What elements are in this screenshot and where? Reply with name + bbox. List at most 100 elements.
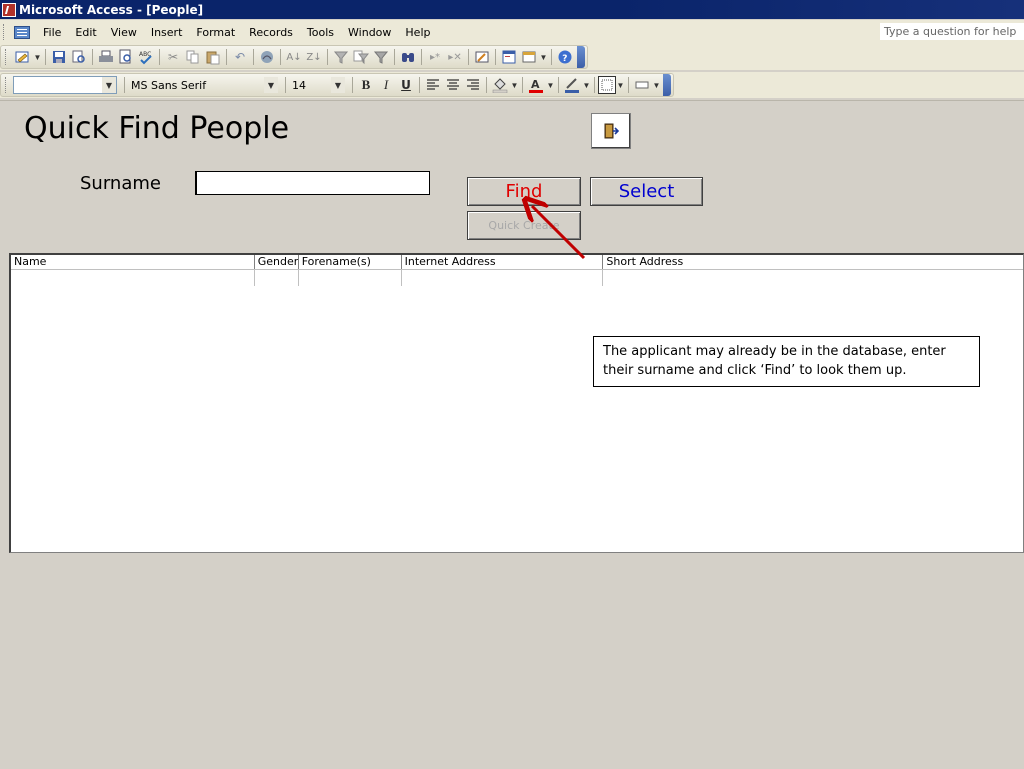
chevron-down-icon[interactable]: ▼ bbox=[264, 77, 278, 93]
find-button[interactable]: Find bbox=[467, 177, 581, 206]
formatting-toolbar-panel: ▼ MS Sans Serif ▼ 14 ▼ B I U ▼ A ▼ ▼ ▼ ▼ bbox=[0, 73, 674, 97]
delete-record-icon[interactable]: ▸✕ bbox=[445, 47, 465, 67]
menu-records[interactable]: Records bbox=[242, 26, 300, 39]
find-binoculars-icon[interactable] bbox=[398, 47, 418, 67]
formatting-toolbar: ▼ MS Sans Serif ▼ 14 ▼ B I U ▼ A ▼ ▼ ▼ ▼ bbox=[0, 72, 1024, 98]
exit-button[interactable] bbox=[591, 113, 631, 149]
column-header-internet-address[interactable]: Internet Address bbox=[402, 255, 604, 269]
menu-edit[interactable]: Edit bbox=[68, 26, 103, 39]
form-view-icon[interactable] bbox=[14, 25, 30, 39]
font-color-dropdown-icon[interactable]: ▼ bbox=[546, 81, 555, 90]
align-center-icon[interactable] bbox=[443, 75, 463, 95]
svg-text:A: A bbox=[531, 78, 540, 91]
undo-icon[interactable]: ↶ bbox=[230, 47, 250, 67]
cut-icon[interactable]: ✂ bbox=[163, 47, 183, 67]
font-color-icon[interactable]: A bbox=[526, 75, 546, 95]
fill-color-dropdown-icon[interactable]: ▼ bbox=[510, 81, 519, 90]
line-color-dropdown-icon[interactable]: ▼ bbox=[582, 81, 591, 90]
select-button[interactable]: Select bbox=[590, 177, 703, 206]
list-header: Name Gender Forename(s) Internet Address… bbox=[11, 255, 1023, 270]
toolbar-separator bbox=[628, 77, 629, 93]
form-view-toolbar: ▼ ABC ✂ ↶ A↓ Z↓ ▸* ▸✕ ▼ ? bbox=[0, 44, 1024, 70]
line-width-icon[interactable] bbox=[598, 76, 616, 94]
menubar-grip[interactable] bbox=[3, 24, 8, 40]
object-combo[interactable]: ▼ bbox=[13, 76, 117, 94]
toolbar-separator bbox=[45, 49, 46, 65]
menu-tools[interactable]: Tools bbox=[300, 26, 341, 39]
toolbar-separator bbox=[92, 49, 93, 65]
print-icon[interactable] bbox=[96, 47, 116, 67]
new-record-icon[interactable]: ▸* bbox=[425, 47, 445, 67]
apply-filter-icon[interactable] bbox=[371, 47, 391, 67]
database-window-icon[interactable] bbox=[499, 47, 519, 67]
italic-button[interactable]: I bbox=[376, 75, 396, 95]
line-width-dropdown-icon[interactable]: ▼ bbox=[616, 81, 625, 90]
toolbar-separator bbox=[253, 49, 254, 65]
surname-input[interactable] bbox=[195, 171, 430, 195]
form-view-toolbar-panel: ▼ ABC ✂ ↶ A↓ Z↓ ▸* ▸✕ ▼ ? bbox=[0, 45, 588, 69]
align-left-icon[interactable] bbox=[423, 75, 443, 95]
copy-icon[interactable] bbox=[183, 47, 203, 67]
fill-color-icon[interactable] bbox=[490, 75, 510, 95]
new-object-icon[interactable] bbox=[519, 47, 539, 67]
people-list[interactable]: Name Gender Forename(s) Internet Address… bbox=[9, 253, 1024, 553]
insert-hyperlink-icon[interactable] bbox=[257, 47, 277, 67]
file-search-icon[interactable] bbox=[69, 47, 89, 67]
list-cell bbox=[11, 270, 255, 286]
line-color-icon[interactable] bbox=[562, 75, 582, 95]
list-cell bbox=[255, 270, 299, 286]
menu-window[interactable]: Window bbox=[341, 26, 398, 39]
filter-by-selection-icon[interactable] bbox=[331, 47, 351, 67]
sort-ascending-icon[interactable]: A↓ bbox=[284, 47, 304, 67]
toolbar-grip[interactable] bbox=[5, 49, 9, 65]
column-header-gender[interactable]: Gender bbox=[255, 255, 299, 269]
access-app-icon bbox=[2, 2, 16, 17]
font-size-combo[interactable]: 14 ▼ bbox=[289, 76, 345, 94]
toolbar-separator bbox=[280, 49, 281, 65]
filter-by-form-icon[interactable] bbox=[351, 47, 371, 67]
quick-find-form: Quick Find People Surname Find Select Qu… bbox=[0, 100, 1024, 769]
menu-view[interactable]: View bbox=[104, 26, 144, 39]
menu-insert[interactable]: Insert bbox=[144, 26, 190, 39]
properties-icon[interactable] bbox=[472, 47, 492, 67]
toolbar-separator bbox=[394, 49, 395, 65]
toolbar-options-icon[interactable] bbox=[577, 46, 585, 68]
save-icon[interactable] bbox=[49, 47, 69, 67]
menu-format[interactable]: Format bbox=[189, 26, 242, 39]
special-effect-icon[interactable] bbox=[632, 75, 652, 95]
spelling-icon[interactable]: ABC bbox=[136, 47, 156, 67]
help-icon[interactable]: ? bbox=[555, 47, 575, 67]
sort-descending-icon[interactable]: Z↓ bbox=[304, 47, 324, 67]
column-header-name[interactable]: Name bbox=[11, 255, 255, 269]
menu-bar: File Edit View Insert Format Records Too… bbox=[0, 20, 1024, 44]
exit-door-icon bbox=[604, 123, 619, 139]
print-preview-icon[interactable] bbox=[116, 47, 136, 67]
list-row-empty[interactable] bbox=[11, 270, 1023, 290]
toolbar-separator bbox=[419, 77, 420, 93]
underline-button[interactable]: U bbox=[396, 75, 416, 95]
quick-create-button[interactable]: Quick Create bbox=[467, 211, 581, 240]
svg-text:?: ? bbox=[562, 54, 567, 64]
special-effect-dropdown-icon[interactable]: ▼ bbox=[652, 81, 661, 90]
title-bar: Microsoft Access - [People] bbox=[0, 0, 1024, 19]
toolbar-separator bbox=[486, 77, 487, 93]
menu-help[interactable]: Help bbox=[398, 26, 437, 39]
align-right-icon[interactable] bbox=[463, 75, 483, 95]
column-header-short-address[interactable]: Short Address bbox=[603, 255, 1023, 269]
column-header-forenames[interactable]: Forename(s) bbox=[299, 255, 402, 269]
chevron-down-icon[interactable]: ▼ bbox=[102, 77, 116, 93]
view-dropdown-icon[interactable]: ▼ bbox=[33, 53, 42, 62]
paste-icon[interactable] bbox=[203, 47, 223, 67]
toolbar-separator bbox=[468, 49, 469, 65]
toolbar-separator bbox=[421, 49, 422, 65]
menu-file[interactable]: File bbox=[36, 26, 68, 39]
new-object-dropdown-icon[interactable]: ▼ bbox=[539, 53, 548, 62]
toolbar-separator bbox=[352, 77, 353, 93]
bold-button[interactable]: B bbox=[356, 75, 376, 95]
view-icon[interactable] bbox=[13, 47, 33, 67]
toolbar-grip[interactable] bbox=[5, 77, 9, 93]
font-name-combo[interactable]: MS Sans Serif ▼ bbox=[128, 76, 278, 94]
help-question-box[interactable]: Type a question for help bbox=[880, 23, 1024, 40]
chevron-down-icon[interactable]: ▼ bbox=[331, 77, 345, 93]
toolbar-options-icon[interactable] bbox=[663, 74, 671, 96]
